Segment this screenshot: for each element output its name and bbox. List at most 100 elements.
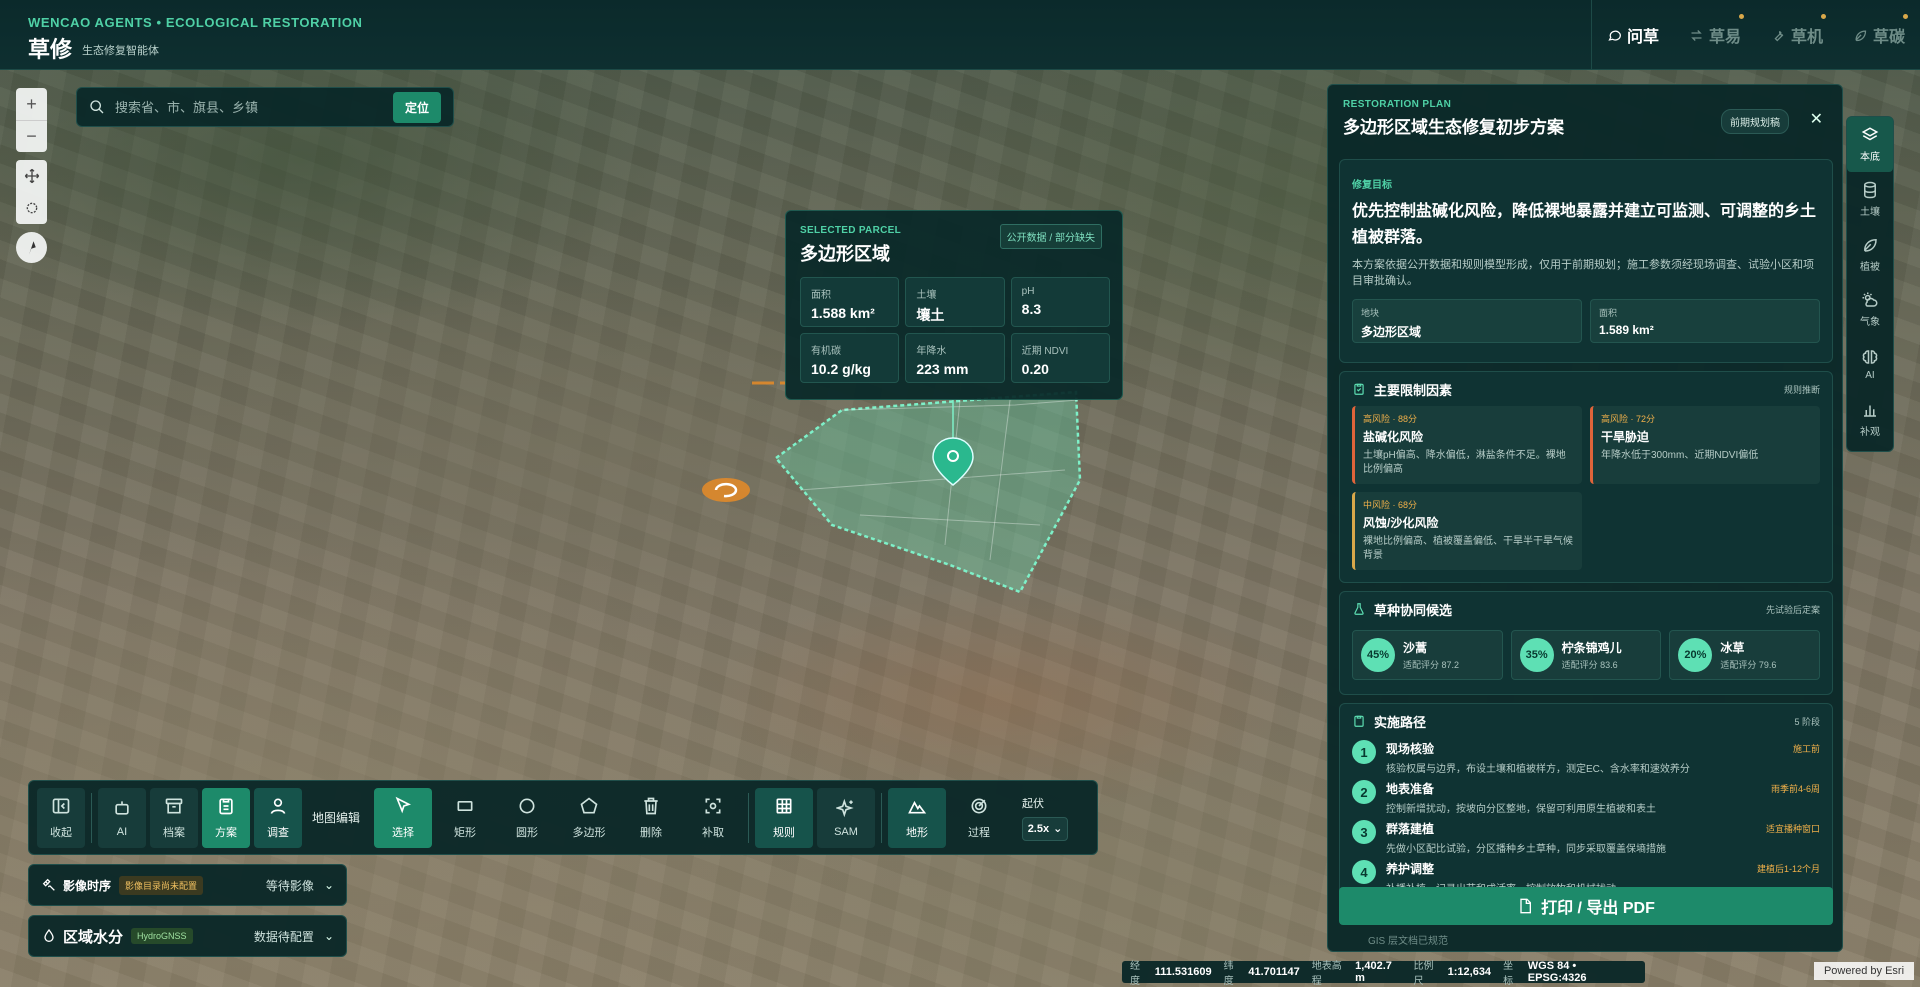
species-item[interactable]: 20% 冰草 适配评分 79.6 — [1669, 630, 1821, 680]
scan-icon — [705, 798, 721, 813]
path-step: 2 地表准备 控制新增扰动，按坡向分区整地，保留可利用原生植被和表土 雨季前4-6周 — [1340, 778, 1832, 818]
nav-caoyi[interactable]: 草易 — [1674, 0, 1756, 70]
esri-attribution[interactable]: Powered by Esri — [1814, 962, 1914, 980]
chat-icon — [1608, 30, 1621, 41]
factor-name: 干旱胁迫 — [1601, 430, 1650, 444]
rectangle-tool[interactable]: 矩形 — [436, 788, 494, 848]
locate-button[interactable]: 定位 — [392, 91, 441, 123]
compass-button[interactable] — [16, 232, 47, 263]
species-item[interactable]: 35% 柠条锦鸡儿 适配评分 83.6 — [1510, 630, 1662, 680]
step-name: 现场核验 — [1386, 742, 1435, 756]
relief-select[interactable]: 2.5x ⌄ — [1022, 816, 1069, 841]
brand-kicker: WENCAO AGENTS • ECOLOGICAL RESTORATION — [28, 15, 363, 30]
step-name: 地表准备 — [1386, 782, 1435, 796]
rotate-button[interactable] — [16, 192, 47, 224]
metric-organic-carbon: 有机碳 10.2 g/kg — [800, 333, 900, 383]
pan-button[interactable] — [16, 160, 47, 192]
hydrognss-badge: HydroGNSS — [131, 928, 193, 944]
ai-button[interactable]: AI — [98, 787, 146, 848]
implementation-path-card: 实施路径 5 阶段 1 现场核验 核验权属与边界，布设土壤和植被样方，测定EC、含水… — [1339, 703, 1833, 903]
archive-button[interactable]: 档案 — [150, 787, 198, 848]
capture-tool[interactable]: 补取 — [684, 788, 742, 848]
button-label: 选择 — [392, 826, 415, 839]
step-number: 2 — [1352, 780, 1376, 804]
layers-icon — [1861, 127, 1879, 141]
rules-tool[interactable]: 规则 — [755, 787, 814, 848]
toolbar-divider — [91, 792, 92, 843]
species-item[interactable]: 45% 沙蒿 适配评分 87.2 — [1352, 630, 1503, 680]
terrain-tool[interactable]: 地形 — [888, 787, 947, 848]
nav-label: 草碳 — [1872, 29, 1905, 46]
chevron-down-icon: ⌄ — [1053, 823, 1063, 835]
chevron-down-icon: ⌄ — [323, 929, 334, 943]
species-card: 草种协同候选 先试验后定案 45% 沙蒿 适配评分 87.2 35% 柠条锦鸡儿 适配评… — [1339, 591, 1833, 695]
regional-moisture-panel[interactable]: 区域水分 HydroGNSS 数据待配置 ⌄ — [28, 915, 347, 957]
stat-label: 面积 — [1599, 308, 1618, 318]
species-note: 先试验后定案 — [1765, 604, 1820, 615]
step-timing: 施工前 — [1792, 744, 1820, 754]
rail-label: 本底 — [1860, 152, 1880, 163]
factor-salinization[interactable]: 高风险 · 88分 盐碱化风险 土壤pH偏高、降水偏低，淋盐条件不足。裸地比例偏高 — [1352, 406, 1582, 484]
map-toolbar: 收起 AI 档案 方案 调查 地图编辑 选择 矩形 圆形 多边形 删除 补取 规… — [28, 780, 1098, 855]
rail-item-supplement[interactable]: 补观 — [1847, 392, 1893, 447]
moisture-title: 区域水分 — [63, 928, 124, 946]
clipboard-icon — [219, 798, 233, 814]
document-icon — [1520, 898, 1532, 914]
search-input[interactable] — [115, 99, 393, 115]
collapse-button[interactable]: 收起 — [37, 787, 85, 848]
risk-level: 高风险 · 88分 — [1363, 414, 1418, 424]
zoom-control: + − — [16, 88, 47, 152]
cursor-icon — [395, 796, 412, 813]
panel-body[interactable]: 修复目标 优先控制盐碱化风险，降低裸地暴露并建立可监测、可调整的乡土植被群落。 … — [1339, 159, 1833, 911]
app-subtitle: 生态修复智能体 — [82, 45, 159, 57]
rail-item-ai[interactable]: AI — [1847, 337, 1893, 392]
export-pdf-button[interactable]: 打印 / 导出 PDF — [1339, 887, 1833, 925]
factor-wind-erosion[interactable]: 中风险 · 68分 风蚀/沙化风险 裸地比例偏高、植被覆盖偏低、干旱半干旱气候背景 — [1352, 492, 1582, 570]
factor-drought[interactable]: 高风险 · 72分 干旱胁迫 年降水低于300mm、近期NDVI偏低 — [1590, 406, 1820, 484]
rail-item-soil[interactable]: 土壤 — [1847, 172, 1893, 227]
factor-name: 盐碱化风险 — [1363, 430, 1424, 444]
species-percent: 45% — [1361, 638, 1395, 672]
close-icon[interactable]: ✕ — [1810, 109, 1823, 129]
polygon-tool[interactable]: 多边形 — [560, 788, 618, 848]
stat-area: 面积 1.589 km² — [1590, 299, 1820, 343]
flask-icon — [1354, 603, 1364, 615]
survey-button[interactable]: 调查 — [254, 787, 302, 848]
rail-item-baseline[interactable]: 本底 — [1847, 117, 1893, 172]
species-percent: 20% — [1678, 638, 1713, 672]
delete-tool[interactable]: 删除 — [622, 788, 680, 848]
crs-label: 坐标 — [1503, 961, 1514, 987]
brain-icon — [1862, 350, 1878, 364]
circle-icon — [519, 798, 535, 813]
factor-desc: 年降水低于300mm、近期NDVI偏低 — [1601, 450, 1759, 461]
metric-value: 0.20 — [1021, 361, 1049, 377]
lon-label: 经度 — [1130, 961, 1140, 987]
species-name: 沙蒿 — [1403, 641, 1428, 655]
relief-label: 起伏 — [1022, 797, 1045, 810]
step-timing: 雨季前4-6周 — [1770, 784, 1820, 794]
nav-caotan[interactable]: 草碳 — [1838, 0, 1920, 70]
rail-item-weather[interactable]: 气象 — [1847, 282, 1893, 337]
zoom-out-button[interactable]: − — [16, 120, 47, 152]
sam-tool[interactable]: SAM — [817, 787, 876, 848]
factors-title: 主要限制因素 — [1374, 382, 1453, 398]
path-step: 3 群落建植 先做小区配比试验，分区播种乡土草种，同步采取覆盖保墒措施 适宜播种窗口 — [1340, 818, 1832, 858]
species-score: 适配评分 83.6 — [1561, 660, 1618, 670]
button-label: 删除 — [640, 826, 663, 839]
compass-icon — [28, 240, 36, 255]
moisture-state: 数据待配置 — [253, 929, 314, 944]
imagery-timeline-panel[interactable]: 影像时序 影像目录尚未配置 等待影像 ⌄ — [28, 864, 347, 906]
rail-item-vegetation[interactable]: 植被 — [1847, 227, 1893, 282]
polygon-icon — [580, 796, 598, 813]
nav-label: 草易 — [1708, 29, 1741, 46]
nav-caoji[interactable]: 草机 — [1756, 0, 1838, 70]
zoom-in-button[interactable]: + — [16, 88, 47, 120]
circle-tool[interactable]: 圆形 — [498, 788, 556, 848]
goal-headline: 优先控制盐碱化风险，降低裸地暴露并建立可监测、可调整的乡土植被群落。 — [1352, 203, 1817, 246]
toolbar-divider — [881, 792, 883, 843]
nav-wencao[interactable]: 问草 — [1592, 0, 1674, 70]
plan-button[interactable]: 方案 — [202, 787, 250, 848]
process-tool[interactable]: 过程 — [950, 788, 1008, 848]
select-tool[interactable]: 选择 — [374, 787, 433, 848]
metric-soil: 土壤 壤土 — [905, 277, 1005, 327]
